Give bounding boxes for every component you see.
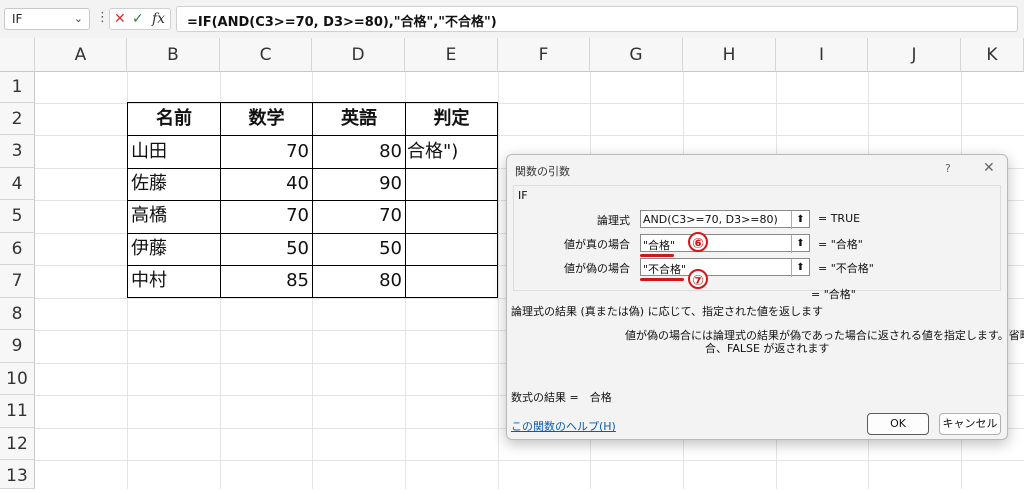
row-header[interactable]: 11 — [0, 395, 35, 428]
table-cell-english[interactable]: 90 — [313, 168, 402, 200]
column-header[interactable]: K — [961, 38, 1024, 72]
table-cell-math[interactable]: 50 — [221, 233, 309, 265]
table-cell-name[interactable]: 山田 — [131, 136, 167, 168]
column-header[interactable]: D — [312, 38, 405, 72]
arg-input-value-if-false[interactable]: "不合格" ⬆ — [640, 258, 810, 277]
highlight-underline — [640, 254, 674, 257]
close-icon[interactable]: ✕ — [983, 160, 995, 176]
row-header[interactable]: 6 — [0, 233, 35, 265]
column-header[interactable]: E — [405, 38, 498, 72]
arg-input-value-if-true[interactable]: "合格" ⬆ — [640, 234, 810, 253]
table-header-cell[interactable]: 数学 — [221, 103, 312, 135]
ok-button[interactable]: OK — [867, 413, 929, 435]
table-cell-math[interactable]: 70 — [221, 200, 309, 232]
column-header[interactable]: G — [590, 38, 683, 72]
gridline — [35, 460, 1024, 461]
table-cell-name[interactable]: 中村 — [131, 265, 167, 297]
row-header[interactable]: 9 — [0, 330, 35, 363]
name-box[interactable]: IF ⌄ — [4, 8, 90, 30]
formula-text: =IF(AND(C3>=70, D3>=80),"合格","不合格") — [187, 15, 497, 30]
help-icon[interactable]: ? — [945, 162, 951, 175]
name-box-value: IF — [12, 12, 23, 26]
arg-value: AND(C3>=70, D3>=80) — [643, 213, 778, 226]
overall-result: = "合格" — [811, 288, 856, 301]
table-cell-english[interactable]: 80 — [313, 265, 402, 297]
function-arguments-dialog: 関数の引数 ? ✕ IF 論理式 AND(C3>=70, D3>=80) ⬆ =… — [506, 154, 1024, 440]
collapse-icon[interactable]: ⬆ — [791, 235, 809, 253]
arg-label-value-if-true: 値が真の場合 — [564, 238, 630, 251]
dialog-title: 関数の引数 — [515, 165, 570, 178]
column-header[interactable]: I — [776, 38, 868, 72]
column-header[interactable]: C — [220, 38, 312, 72]
row-header[interactable]: 7 — [0, 265, 35, 298]
collapse-icon[interactable]: ⬆ — [791, 259, 809, 277]
arg-result: = "不合格" — [818, 262, 874, 275]
collapse-icon[interactable]: ⬆ — [791, 211, 809, 229]
column-header[interactable]: F — [498, 38, 590, 72]
row-header[interactable]: 13 — [0, 460, 35, 489]
chevron-down-icon[interactable]: ⌄ — [74, 12, 83, 25]
arg-result: = TRUE — [818, 212, 861, 225]
table-cell-english[interactable]: 50 — [313, 233, 402, 265]
row-header[interactable]: 5 — [0, 200, 35, 233]
arg-label-logical-test: 論理式 — [597, 214, 630, 227]
formula-buttons: ✕ ✓ fx — [109, 8, 171, 30]
column-header[interactable]: J — [868, 38, 961, 72]
row-header[interactable]: 2 — [0, 103, 35, 135]
formula-result: 数式の結果 = 合格 — [511, 391, 612, 404]
function-name: IF — [518, 189, 528, 202]
table-cell-math[interactable]: 70 — [221, 136, 309, 168]
formula-input[interactable]: =IF(AND(C3>=70, D3>=80),"合格","不合格") — [176, 6, 1018, 32]
insert-function-icon[interactable]: fx — [152, 11, 165, 27]
step-marker-7: ⑦ — [688, 269, 708, 289]
arg-value: "不合格" — [643, 263, 687, 276]
table-cell-judge-editing[interactable]: 合格") — [407, 136, 458, 168]
arg-result: = "合格" — [818, 238, 863, 251]
row-header[interactable]: 1 — [0, 72, 35, 103]
formula-bar: IF ⌄ ⋮ ✕ ✓ fx =IF(AND(C3>=70, D3>=80),"合… — [0, 0, 1024, 39]
function-description: 論理式の結果 (真または偽) に応じて、指定された値を返します — [511, 305, 824, 318]
check-icon[interactable]: ✓ — [132, 11, 144, 27]
row-header[interactable]: 3 — [0, 135, 35, 168]
table-header-cell[interactable]: 英語 — [313, 103, 405, 135]
arg-description-line2: 合、FALSE が返されます — [705, 342, 830, 355]
row-header[interactable]: 10 — [0, 363, 35, 395]
arg-description-name: 値が偽の場合 — [625, 329, 691, 342]
arg-value: "合格" — [643, 239, 676, 252]
table-cell-math[interactable]: 40 — [221, 168, 309, 200]
column-header[interactable]: H — [683, 38, 776, 72]
function-help-link[interactable]: この関数のヘルプ(H) — [511, 418, 616, 434]
table-border — [497, 102, 498, 298]
table-cell-english[interactable]: 80 — [313, 136, 402, 168]
table-header-cell[interactable]: 判定 — [406, 103, 497, 135]
column-header[interactable]: A — [35, 38, 127, 72]
table-cell-name[interactable]: 高橋 — [131, 200, 167, 232]
table-cell-name[interactable]: 伊藤 — [131, 233, 167, 265]
table-header-cell[interactable]: 名前 — [128, 103, 220, 135]
cancel-icon[interactable]: ✕ — [114, 11, 126, 27]
row-header[interactable]: 8 — [0, 298, 35, 330]
cancel-button[interactable]: キャンセル — [939, 413, 1001, 435]
table-cell-math[interactable]: 85 — [221, 265, 309, 297]
more-options-icon[interactable]: ⋮ — [96, 10, 109, 25]
step-marker-6: ⑥ — [688, 232, 708, 252]
arg-input-logical-test[interactable]: AND(C3>=70, D3>=80) ⬆ — [640, 210, 810, 229]
highlight-underline — [640, 278, 684, 281]
select-all-corner[interactable] — [0, 38, 35, 72]
row-header[interactable]: 4 — [0, 168, 35, 200]
arguments-group: IF 論理式 AND(C3>=70, D3>=80) ⬆ = TRUE 値が真の… — [513, 185, 1001, 291]
table-cell-english[interactable]: 70 — [313, 200, 402, 232]
table-cell-name[interactable]: 佐藤 — [131, 168, 167, 200]
row-header[interactable]: 12 — [0, 428, 35, 460]
column-header[interactable]: B — [127, 38, 220, 72]
arg-label-value-if-false: 値が偽の場合 — [564, 262, 630, 275]
